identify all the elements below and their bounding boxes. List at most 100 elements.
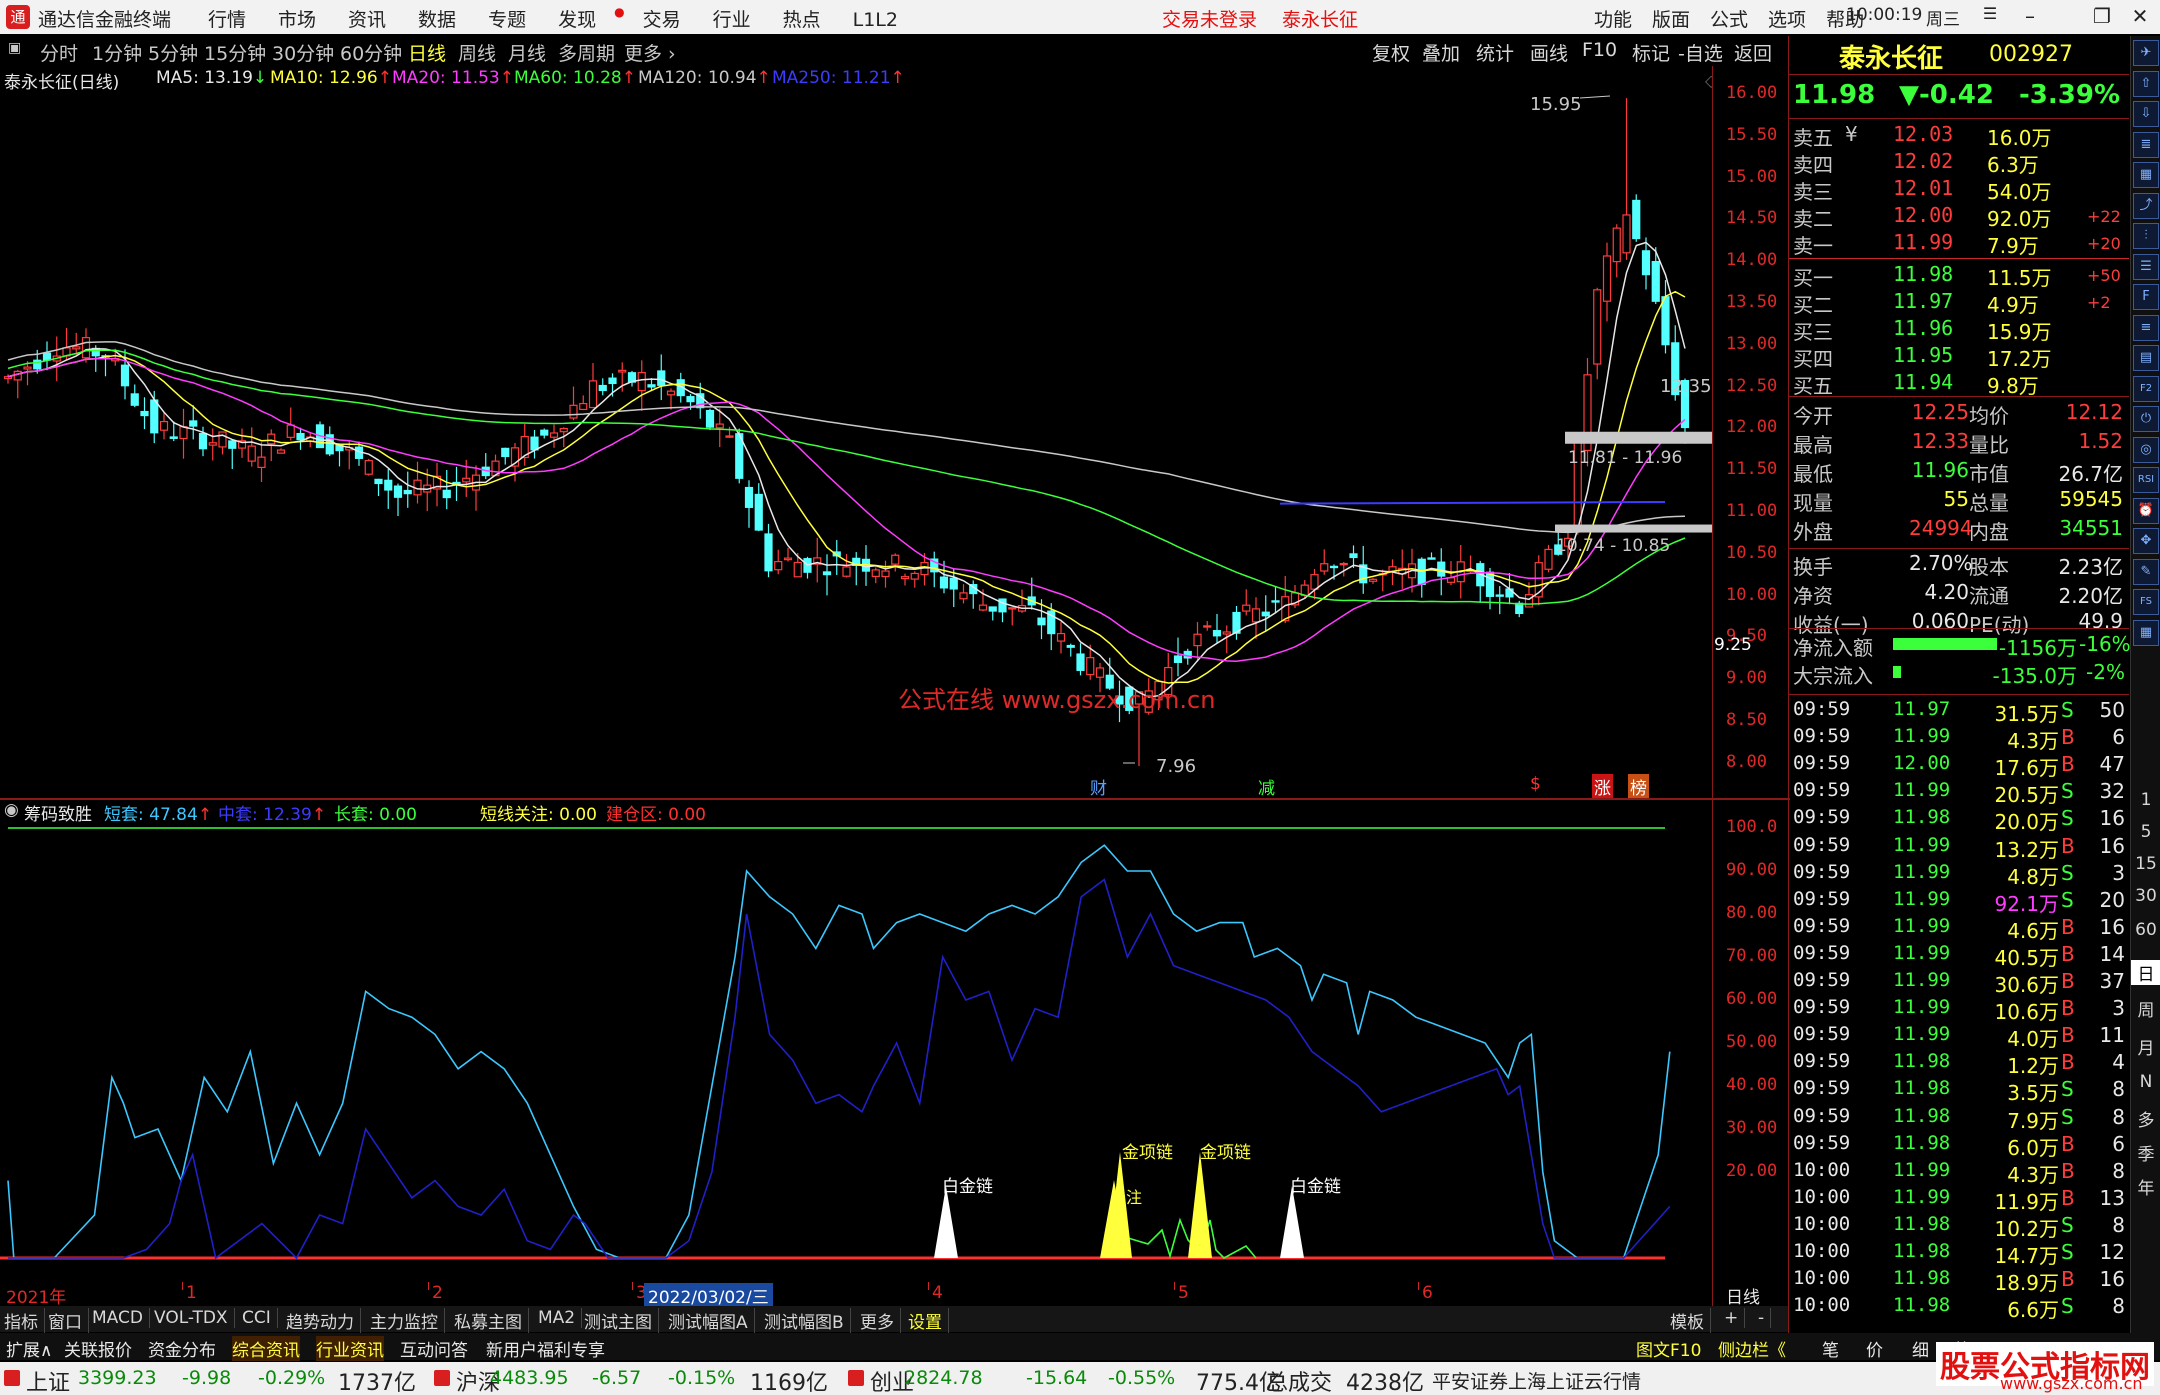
period-shortcut-5[interactable]: 日 — [2131, 960, 2160, 985]
right-menu-item-1[interactable]: 版面 — [1652, 5, 1690, 32]
right-menu-item-3[interactable]: 选项 — [1768, 5, 1806, 32]
indicator-tab-12[interactable]: 更多 — [860, 1308, 901, 1333]
arrow-up-icon[interactable]: ⇧ — [2133, 70, 2159, 97]
event-marker-1[interactable]: 减 — [1258, 774, 1275, 799]
doc-icon[interactable]: ▤ — [2133, 345, 2159, 371]
side-tab-2[interactable]: 笔 — [1822, 1336, 1839, 1361]
menu-item-7[interactable]: 行业 — [713, 5, 751, 32]
f10-icon[interactable]: F — [2133, 284, 2159, 310]
period-shortcut-8[interactable]: N — [2131, 1072, 2160, 1092]
indicator-tab-9[interactable]: 测试主图 — [584, 1308, 659, 1333]
right-menu-item-2[interactable]: 公式 — [1710, 5, 1748, 32]
candlestick-chart[interactable]: ◇ 泰永长征(日线) MA5: 13.19↓ MA10: 12.96↑ MA20: … — [0, 66, 1777, 799]
fs-icon[interactable]: FS — [2133, 589, 2159, 615]
chart-button-5[interactable]: 标记 — [1632, 39, 1670, 66]
chart-icon[interactable]: ≣ — [2133, 131, 2159, 158]
extension-tab-5[interactable]: 互动问答 — [400, 1336, 468, 1361]
chart-button-1[interactable]: 叠加 — [1422, 39, 1460, 66]
menu-item-3[interactable]: 数据 — [418, 5, 456, 32]
extension-tab-6[interactable]: 新用户福利专享 — [486, 1336, 605, 1361]
indicator-tab-5[interactable]: 趋势动力 — [286, 1308, 361, 1333]
menu-item-9[interactable]: L1L2 — [853, 9, 898, 31]
indicator-tab-0[interactable]: 指标 — [4, 1308, 45, 1333]
menu-item-1[interactable]: 市场 — [278, 5, 316, 32]
pin-icon[interactable]: ✈ — [2133, 40, 2159, 66]
arrow-down-icon[interactable]: ⇩ — [2133, 101, 2159, 127]
period-shortcut-6[interactable]: 周 — [2131, 996, 2160, 1021]
period-shortcut-10[interactable]: 季 — [2131, 1140, 2160, 1165]
period-tab-7[interactable]: 周线 — [458, 39, 496, 66]
period-shortcut-9[interactable]: 多 — [2131, 1106, 2160, 1131]
right-menu-item-0[interactable]: 功能 — [1594, 5, 1632, 32]
period-shortcut-2[interactable]: 15 — [2131, 854, 2160, 874]
candle-icon[interactable]: ⫶ — [2133, 223, 2159, 249]
compass-icon[interactable]: ◎ — [2133, 436, 2159, 463]
indicator-settings-icon[interactable]: ◉ — [4, 800, 19, 820]
event-marker-3[interactable]: 涨 — [1592, 774, 1613, 799]
menu-item-6[interactable]: 交易 — [643, 5, 681, 32]
pen-icon[interactable]: ✎ — [2133, 558, 2159, 585]
period-tab-6[interactable]: 日线 — [408, 39, 446, 66]
menu-item-0[interactable]: 行情 — [208, 5, 246, 32]
template-button-0[interactable]: 模板 — [1670, 1308, 1711, 1333]
extension-tab-0[interactable]: 扩展∧ — [6, 1336, 52, 1361]
rsi-icon[interactable]: RSI — [2133, 467, 2159, 493]
menu-item-4[interactable]: 专题 — [488, 5, 526, 32]
index-name[interactable]: 上证 — [26, 1365, 70, 1395]
side-tab-4[interactable]: 细 — [1912, 1336, 1929, 1361]
period-tab-8[interactable]: 月线 — [508, 39, 546, 66]
trend-icon[interactable]: ⤴ — [2133, 192, 2159, 219]
extension-tab-2[interactable]: 资金分布 — [148, 1336, 216, 1361]
indicator-tab-6[interactable]: 主力监控 — [370, 1308, 445, 1333]
extension-tab-4[interactable]: 行业资讯 — [316, 1336, 384, 1361]
extension-tab-3[interactable]: 综合资讯 — [232, 1336, 300, 1361]
period-tab-9[interactable]: 多周期 — [558, 39, 615, 66]
grid-icon[interactable]: ▦ — [2133, 162, 2159, 188]
detail-icon[interactable]: ≡ — [2133, 314, 2159, 341]
menu-item-5[interactable]: 发现 — [558, 5, 596, 32]
period-tab-3[interactable]: 15分钟 — [204, 39, 266, 66]
chart-button-0[interactable]: 复权 — [1372, 39, 1410, 66]
f2-icon[interactable]: F2 — [2133, 375, 2159, 402]
period-shortcut-4[interactable]: 60 — [2131, 920, 2160, 940]
period-tab-5[interactable]: 60分钟 — [340, 39, 402, 66]
close-icon[interactable]: ✕ — [2126, 4, 2154, 30]
minimize-icon[interactable]: – — [2016, 4, 2044, 30]
indicator-tab-13[interactable]: 设置 — [908, 1308, 949, 1333]
event-marker-4[interactable]: 榜 — [1628, 774, 1649, 799]
side-tab-3[interactable]: 价 — [1866, 1336, 1883, 1361]
indicator-tab-3[interactable]: VOL-TDX — [154, 1308, 235, 1328]
event-marker-2[interactable]: $ — [1530, 774, 1541, 794]
indicator-tab-2[interactable]: MACD — [92, 1308, 150, 1328]
period-shortcut-1[interactable]: 5 — [2131, 822, 2160, 842]
collapse-icon[interactable]: ▣ — [8, 40, 21, 56]
indicator-chart[interactable]: 筹码致胜 ◉ 短套: 47.84↑ 中套: 12.39↑ 长套: 0.00 短线关注: 0… — [0, 800, 1777, 1280]
period-tab-1[interactable]: 1分钟 — [92, 39, 142, 66]
indicator-tab-11[interactable]: 测试幅图B — [764, 1308, 851, 1333]
power-icon[interactable]: ⏻ — [2133, 406, 2159, 432]
menu-icon[interactable]: ☰ — [1976, 4, 2004, 30]
period-shortcut-0[interactable]: 1 — [2131, 790, 2160, 810]
period-shortcut-11[interactable]: 年 — [2131, 1174, 2160, 1199]
period-tab-0[interactable]: 分时 — [40, 39, 78, 66]
template-button-1[interactable]: + — [1724, 1308, 1746, 1328]
indicator-tab-4[interactable]: CCI — [242, 1308, 278, 1328]
indicator-tab-1[interactable]: 窗口 — [48, 1308, 89, 1333]
restore-icon[interactable]: ❐ — [2088, 4, 2116, 30]
indicator-tab-8[interactable]: MA2 — [538, 1308, 583, 1328]
extension-tab-1[interactable]: 关联报价 — [64, 1336, 132, 1361]
indicator-tab-7[interactable]: 私募主图 — [454, 1308, 529, 1333]
period-tab-2[interactable]: 5分钟 — [148, 39, 198, 66]
side-tab-0[interactable]: 图文F10 — [1636, 1336, 1701, 1361]
period-tab-4[interactable]: 30分钟 — [272, 39, 334, 66]
login-status[interactable]: 交易未登录 — [1162, 5, 1257, 32]
period-shortcut-3[interactable]: 30 — [2131, 886, 2160, 906]
menu-item-8[interactable]: 热点 — [783, 5, 821, 32]
chart-button-3[interactable]: 画线 — [1530, 39, 1568, 66]
side-tab-1[interactable]: 侧边栏《 — [1718, 1336, 1786, 1361]
indicator-tab-10[interactable]: 测试幅图A — [668, 1308, 755, 1333]
period-shortcut-7[interactable]: 月 — [2131, 1034, 2160, 1059]
period-tab-10[interactable]: 更多 › — [624, 39, 676, 66]
grid2-icon[interactable]: ▦ — [2133, 619, 2159, 646]
list-icon[interactable]: ☰ — [2133, 253, 2159, 280]
